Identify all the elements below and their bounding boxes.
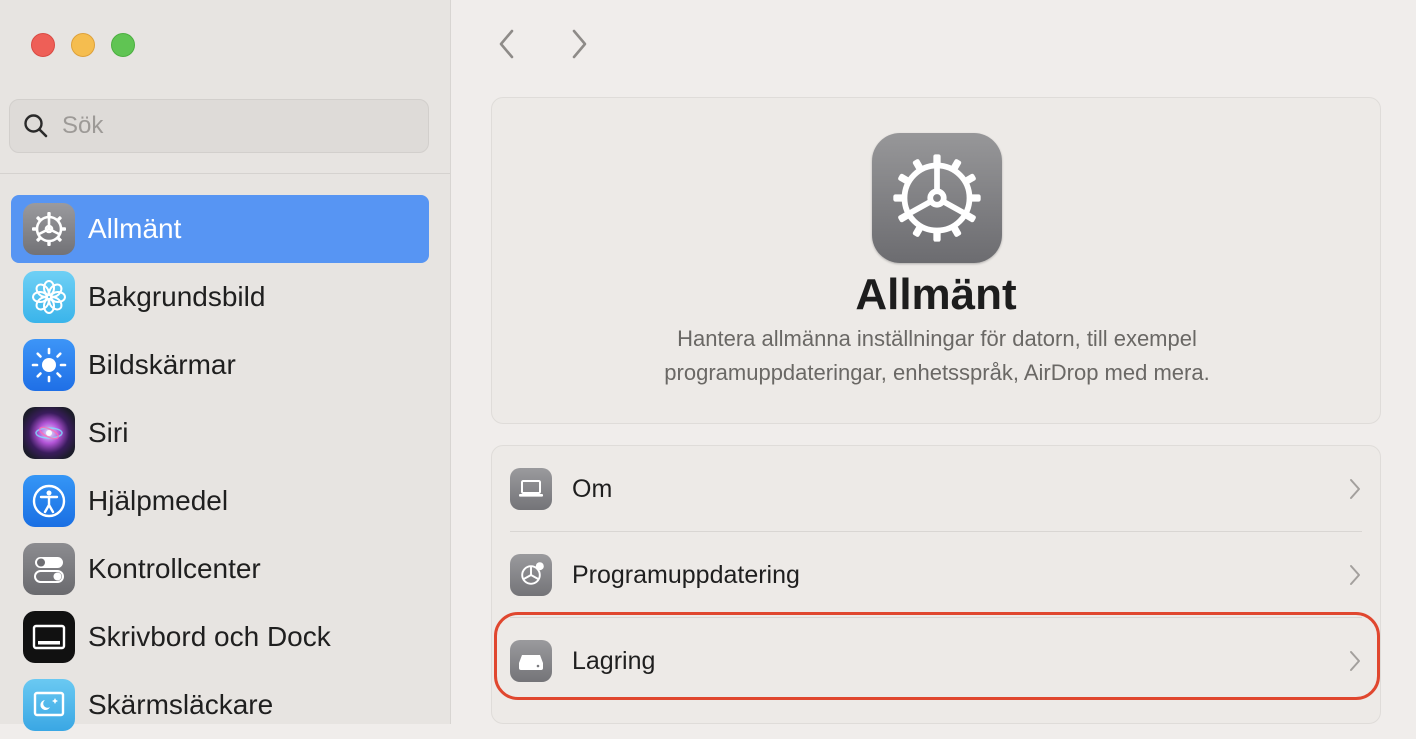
chevron-right-icon bbox=[1350, 565, 1360, 585]
window-controls bbox=[31, 33, 135, 57]
back-button[interactable] bbox=[489, 26, 525, 62]
siri-icon bbox=[23, 407, 75, 459]
settings-window: Allmänt bbox=[0, 0, 1416, 731]
forward-button[interactable] bbox=[561, 26, 597, 62]
chevron-right-icon bbox=[1350, 651, 1360, 671]
page-title: Allmänt bbox=[855, 270, 1017, 319]
sun-icon bbox=[23, 339, 75, 391]
search-icon bbox=[24, 114, 48, 138]
row-om[interactable]: Om bbox=[492, 446, 1380, 532]
close-button[interactable] bbox=[31, 33, 55, 57]
row-programuppdatering[interactable]: Programuppdatering bbox=[492, 532, 1380, 618]
description-line: Hantera allmänna inställningar för dator… bbox=[677, 326, 1197, 351]
sidebar-item-label: Siri bbox=[88, 417, 129, 448]
sidebar-item-skarmslackare[interactable]: Skärmsläckare bbox=[11, 671, 429, 739]
sidebar-item-label: Hjälpmedel bbox=[88, 485, 229, 516]
row-label: Programuppdatering bbox=[572, 560, 800, 589]
sidebar-item-label: Allmänt bbox=[88, 213, 182, 244]
settings-list: Om Programuppdatering Lagring bbox=[491, 445, 1381, 724]
header-card: Allmänt Hantera allmänna inställningar f… bbox=[491, 97, 1381, 424]
sidebar-item-bakgrundsbild[interactable]: Bakgrundsbild bbox=[11, 263, 429, 331]
drive-icon bbox=[510, 640, 552, 682]
row-label: Om bbox=[572, 474, 613, 503]
description-line: programuppdateringar, enhetsspråk, AirDr… bbox=[664, 360, 1210, 385]
sidebar: Allmänt bbox=[0, 0, 451, 731]
sidebar-item-hjalpmedel[interactable]: Hjälpmedel bbox=[11, 467, 429, 535]
main-pane: Allmänt Hantera allmänna inställningar f… bbox=[451, 0, 1416, 724]
sidebar-item-label: Kontrollcenter bbox=[88, 553, 261, 584]
minimize-button[interactable] bbox=[71, 33, 95, 57]
chevron-right-icon bbox=[572, 29, 587, 59]
gear-icon bbox=[23, 203, 75, 255]
page-description: Hantera allmänna inställningar för dator… bbox=[592, 322, 1282, 390]
chevron-right-icon bbox=[1350, 479, 1360, 499]
sidebar-item-bildskarmar[interactable]: Bildskärmar bbox=[11, 331, 429, 399]
chevron-left-icon bbox=[499, 29, 514, 59]
row-label: Lagring bbox=[572, 646, 656, 675]
maximize-button[interactable] bbox=[111, 33, 135, 57]
accessibility-icon bbox=[23, 475, 75, 527]
flower-icon bbox=[23, 271, 75, 323]
sidebar-item-kontrollcenter[interactable]: Kontrollcenter bbox=[11, 535, 429, 603]
gear-badge-icon bbox=[510, 554, 552, 596]
sidebar-item-label: Skrivbord och Dock bbox=[88, 621, 331, 652]
gear-icon bbox=[872, 133, 1002, 263]
search-field[interactable] bbox=[9, 99, 429, 153]
search-input[interactable] bbox=[60, 111, 404, 141]
dock-icon bbox=[23, 611, 75, 663]
sidebar-item-label: Bakgrundsbild bbox=[88, 281, 266, 312]
laptop-icon bbox=[510, 468, 552, 510]
sidebar-item-allmant[interactable]: Allmänt bbox=[11, 195, 429, 263]
sidebar-item-siri[interactable]: Siri bbox=[11, 399, 429, 467]
toggles-icon bbox=[23, 543, 75, 595]
sidebar-nav: Allmänt Bakgrundsbild Bildskärmar Siri H… bbox=[11, 195, 429, 739]
screensaver-icon bbox=[23, 679, 75, 731]
sidebar-item-label: Skärmsläckare bbox=[88, 689, 274, 720]
sidebar-item-label: Bildskärmar bbox=[88, 349, 236, 380]
row-lagring[interactable]: Lagring bbox=[492, 618, 1380, 704]
sidebar-divider bbox=[0, 173, 450, 174]
sidebar-item-skrivbord-och-dock[interactable]: Skrivbord och Dock bbox=[11, 603, 429, 671]
